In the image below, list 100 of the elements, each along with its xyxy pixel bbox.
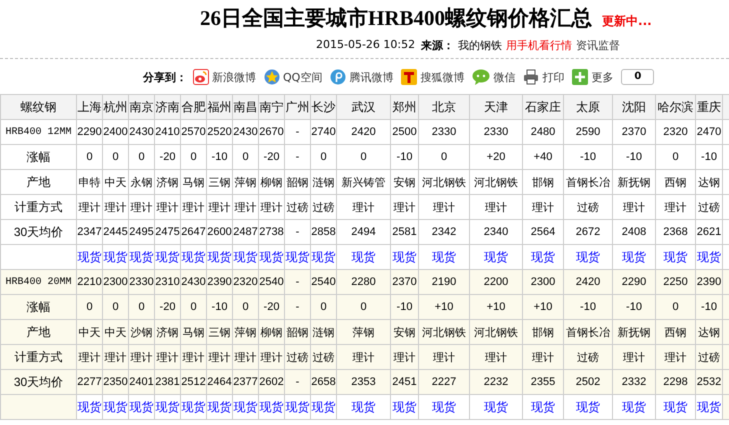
table-cell: 2250 [656,270,696,294]
table-cell: 0 [310,294,336,320]
table-cell: 2420 [564,270,612,294]
mobile-link[interactable]: 用手机看行情 [506,38,572,53]
table-cell: 2532 [696,370,722,394]
table-cell: +10 [522,294,564,320]
table-cell: -20 [258,294,284,320]
share-link[interactable]: 新浪微博 [212,70,256,84]
share-link[interactable]: 微信 [493,70,516,84]
table-cell: 0 [336,144,390,170]
printer-icon[interactable] [523,69,540,85]
row-label: 产地 [0,170,76,194]
table-cell: 过磅 [284,344,310,370]
row-label: 涨幅 [0,144,76,170]
table-cell: 理计 [390,344,418,370]
table-cell: 中天 [102,320,128,344]
table-cell: -10 [206,294,232,320]
table-cell: 理计 [128,194,154,220]
table-cell: 2410 [154,120,180,144]
table-cell: 理计 [612,194,656,220]
table-cell: -10 [612,294,656,320]
plus-icon[interactable] [572,69,588,85]
table-cell: 2602 [258,370,284,394]
table-cell: 马钢 [180,170,206,194]
row-label: 涨幅 [0,294,76,320]
wechat-icon[interactable] [472,69,490,85]
table-cell: 2401 [128,370,154,394]
update-status: 更新中... [602,13,652,30]
table-cell: 2377 [232,370,258,394]
city-header: 上海 [76,94,102,120]
table-cell: 理计 [336,194,390,220]
corner-header: 螺纹钢 [0,94,76,120]
table-cell: -10 [612,144,656,170]
table-cell: 2480 [522,120,564,144]
monitor-link[interactable]: 资讯监督 [576,38,620,53]
share-link[interactable]: 更多 [591,70,614,84]
weibo-icon[interactable] [193,69,209,85]
table-cell: 0 [418,144,470,170]
table-cell: 2280 [336,270,390,294]
table-cell: 三钢 [206,320,232,344]
table-cell: 理计 [522,344,564,370]
table-cell: 2570 [180,120,206,144]
row-label: 30天均价 [0,370,76,394]
table-cell: 2451 [390,370,418,394]
city-header: 沈阳 [612,94,656,120]
table-cell: 过磅 [310,344,336,370]
spec-label: HRB400 20MM [0,270,76,294]
table-cell: -10 [696,144,722,170]
table-cell: 2330 [128,270,154,294]
city-header: 长沙 [310,94,336,120]
table-cell: 2200 [470,270,522,294]
table-cell: 2320 [656,120,696,144]
table-cell: 韶钢 [284,320,310,344]
table-cell: 0 [656,144,696,170]
table-cell: 理计 [470,194,522,220]
table-cell: 安钢 [390,320,418,344]
table-cell: 韶钢 [284,170,310,194]
table-cell: 0 [128,294,154,320]
share-link[interactable]: 腾讯微博 [349,70,394,84]
page-title: 26日全国主要城市HRB400螺纹钢价格汇总 [200,5,592,32]
table-cell: 邯钢 [522,170,564,194]
table-cell: 理计 [206,194,232,220]
share-link[interactable]: QQ空间 [283,70,322,84]
sohu-weibo-icon[interactable] [401,69,418,85]
table-cell: 2540 [310,270,336,294]
table-cell: 过磅 [696,344,722,370]
table-cell: 0 [102,144,128,170]
publish-time: 2015-05-26 10:52 [316,38,416,53]
city-header: 太原 [564,94,612,120]
table-cell: 理计 [336,344,390,370]
table-cell: 理计 [76,344,102,370]
city-header: 广州 [284,94,310,120]
table-cell: 2310 [154,270,180,294]
source-name: 我的钢铁 [458,38,502,53]
table-cell: 0 [180,144,206,170]
table-cell: 沙钢 [128,320,154,344]
table-cell: 2232 [470,370,522,394]
table-cell: 2540 [258,270,284,294]
tencent-weibo-icon[interactable] [330,69,346,85]
table-cell: 2300 [102,270,128,294]
table-cell: 萍钢 [336,320,390,344]
table-cell: 过磅 [310,194,336,220]
table-cell: 理计 [418,194,470,220]
share-link[interactable]: 搜狐微博 [420,70,464,84]
table-cell: 柳钢 [258,320,284,344]
city-header: 石家庄 [522,94,564,120]
city-header: 济南 [154,94,180,120]
table-cell: 中天 [76,320,102,344]
table-cell: 2430 [180,270,206,294]
share-link[interactable]: 打印 [542,70,564,84]
table-cell: 2740 [310,120,336,144]
table-cell: 新抚钢 [612,320,656,344]
table-cell: 2381 [154,370,180,394]
table-cell: 过磅 [696,194,722,220]
star-icon[interactable] [264,69,280,85]
table-cell: 0 [180,294,206,320]
city-header: 合肥 [180,94,206,120]
table-cell: 理计 [102,344,128,370]
table-cell: 2353 [336,370,390,394]
table-cell: 理计 [258,194,284,220]
